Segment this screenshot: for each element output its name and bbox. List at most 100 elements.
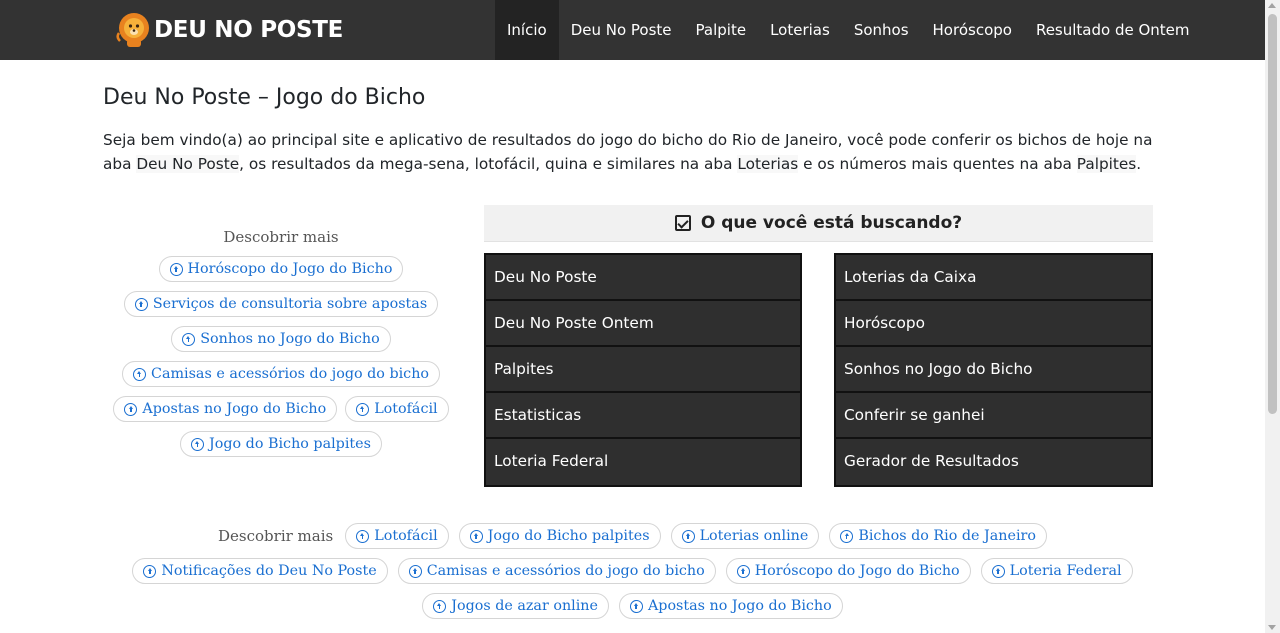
tag-link[interactable]: Apostas no Jogo do Bicho	[618, 593, 843, 619]
tag-link[interactable]: Lotofácil	[345, 523, 449, 549]
tag-label: Apostas no Jogo do Bicho	[142, 401, 327, 417]
intro-paragraph: Seja bem vindo(a) ao principal site e ap…	[103, 128, 1163, 176]
tag-label: Jogos de azar online	[451, 598, 598, 614]
logo-text: DEU NO POSTE	[154, 17, 344, 43]
tag-label: Camisas e acessórios do jogo do bicho	[426, 563, 705, 579]
tag-label: Loterias online	[699, 528, 809, 544]
tag-label: Apostas no Jogo do Bicho	[647, 598, 832, 614]
discover-more-title: Descobrir mais	[218, 527, 334, 545]
tag-label: Loteria Federal	[1009, 563, 1122, 579]
tag-row: Jogos de azar online Apostas no Jogo do …	[120, 593, 1145, 619]
tag-link[interactable]: Serviços de consultoria sobre apostas	[123, 291, 439, 317]
nav-item-horoscopo[interactable]: Horóscopo	[921, 0, 1024, 60]
tag-link[interactable]: Horóscopo do Jogo do Bicho	[158, 256, 404, 282]
circle-arrow-up-icon	[169, 262, 183, 276]
tag-link[interactable]: Jogo do Bicho palpites	[180, 431, 382, 457]
lion-mascot-icon	[116, 13, 149, 47]
circle-arrow-up-icon	[356, 529, 370, 543]
scroll-up-arrow-icon[interactable]	[1268, 3, 1276, 8]
circle-arrow-up-icon	[356, 402, 370, 416]
circle-arrow-up-icon	[408, 564, 422, 578]
nav-item-palpite[interactable]: Palpite	[684, 0, 759, 60]
tag-row: Sonhos no Jogo do Bicho	[122, 326, 440, 352]
circle-arrow-up-icon	[182, 332, 196, 346]
tag-link[interactable]: Camisas e acessórios do jogo do bicho	[397, 558, 716, 584]
intro-text-3: e os números mais quentes na aba	[798, 155, 1077, 173]
menu-item-estatisticas[interactable]: Estatisticas	[486, 393, 800, 439]
search-panel-header: O que você está buscando?	[484, 205, 1153, 242]
discover-more-bottom: Descobrir mais Lotofácil Jogo do Bicho p…	[120, 523, 1145, 628]
tag-label: Camisas e acessórios do jogo do bicho	[151, 366, 430, 382]
tag-link[interactable]: Jogo do Bicho palpites	[458, 523, 661, 549]
page-title: Deu No Poste – Jogo do Bicho	[103, 85, 426, 110]
tag-link[interactable]: Bichos do Rio de Janeiro	[829, 523, 1047, 549]
site-logo[interactable]: DEU NO POSTE	[114, 11, 343, 49]
circle-arrow-up-icon	[191, 437, 205, 451]
menu-item-palpites[interactable]: Palpites	[486, 347, 800, 393]
nav-item-deu-no-poste[interactable]: Deu No Poste	[559, 0, 684, 60]
menu-item-horoscopo[interactable]: Horóscopo	[836, 301, 1151, 347]
menu-item-deu-no-poste-ontem[interactable]: Deu No Poste Ontem	[486, 301, 800, 347]
tag-link[interactable]: Sonhos no Jogo do Bicho	[171, 326, 391, 352]
menu-item-loteria-federal[interactable]: Loteria Federal	[486, 439, 800, 485]
tag-link[interactable]: Apostas no Jogo do Bicho	[113, 396, 338, 422]
tag-label: Horóscopo do Jogo do Bicho	[187, 261, 393, 277]
circle-arrow-up-icon	[840, 529, 854, 543]
tag-link[interactable]: Lotofácil	[345, 396, 449, 422]
scroll-down-arrow-icon[interactable]	[1268, 625, 1276, 630]
tag-label: Jogo do Bicho palpites	[209, 436, 371, 452]
circle-arrow-up-icon	[681, 529, 695, 543]
tag-row: Jogo do Bicho palpites	[122, 431, 440, 457]
search-menu-right: Loterias da Caixa Horóscopo Sonhos no Jo…	[834, 253, 1153, 487]
circle-arrow-up-icon	[124, 402, 138, 416]
discover-more-title: Descobrir mais	[223, 228, 339, 246]
tag-row: Horóscopo do Jogo do Bicho	[122, 256, 440, 282]
tag-row: Apostas no Jogo do Bicho Lotofácil	[113, 396, 449, 422]
circle-arrow-up-icon	[469, 529, 483, 543]
intro-link-deu-no-poste[interactable]: Deu No Poste	[136, 155, 240, 173]
menu-item-loterias-da-caixa[interactable]: Loterias da Caixa	[836, 255, 1151, 301]
circle-arrow-up-icon	[736, 564, 750, 578]
tag-link[interactable]: Jogos de azar online	[422, 593, 609, 619]
tag-label: Serviços de consultoria sobre apostas	[152, 296, 428, 312]
main-nav: Início Deu No Poste Palpite Loterias Son…	[495, 0, 1202, 60]
menu-item-deu-no-poste[interactable]: Deu No Poste	[486, 255, 800, 301]
menu-item-gerador[interactable]: Gerador de Resultados	[836, 439, 1151, 485]
search-panel-title: O que você está buscando?	[700, 213, 963, 233]
top-navbar: DEU NO POSTE Início Deu No Poste Palpite…	[0, 0, 1265, 60]
page-scrollbar[interactable]	[1265, 0, 1280, 633]
tag-link[interactable]: Camisas e acessórios do jogo do bicho	[122, 361, 441, 387]
tag-link[interactable]: Loterias online	[670, 523, 820, 549]
tag-label: Sonhos no Jogo do Bicho	[200, 331, 380, 347]
tag-label: Lotofácil	[374, 528, 438, 544]
circle-arrow-up-icon	[991, 564, 1005, 578]
discover-more-left: Descobrir mais Horóscopo do Jogo do Bich…	[113, 228, 449, 466]
circle-arrow-up-icon	[433, 599, 447, 613]
checkbox-checked-icon	[674, 215, 691, 231]
intro-link-loterias[interactable]: Loterias	[737, 155, 799, 173]
menu-item-sonhos[interactable]: Sonhos no Jogo do Bicho	[836, 347, 1151, 393]
circle-arrow-up-icon	[133, 367, 146, 381]
nav-item-loterias[interactable]: Loterias	[758, 0, 842, 60]
circle-arrow-up-icon	[143, 564, 157, 578]
tag-label: Lotofácil	[374, 401, 438, 417]
intro-link-palpites[interactable]: Palpites	[1076, 155, 1137, 173]
tag-link[interactable]: Horóscopo do Jogo do Bicho	[725, 558, 971, 584]
nav-item-resultado-de-ontem[interactable]: Resultado de Ontem	[1024, 0, 1202, 60]
menu-item-conferir[interactable]: Conferir se ganhei	[836, 393, 1151, 439]
intro-text-4: .	[1136, 155, 1142, 173]
nav-item-inicio[interactable]: Início	[495, 0, 559, 60]
tag-row: Camisas e acessórios do jogo do bicho	[122, 361, 441, 387]
tag-label: Horóscopo do Jogo do Bicho	[754, 563, 960, 579]
tag-link[interactable]: Notificações do Deu No Poste	[132, 558, 388, 584]
tag-row: Notificações do Deu No Poste Camisas e a…	[120, 558, 1145, 584]
tag-label: Bichos do Rio de Janeiro	[858, 528, 1036, 544]
scrollbar-thumb[interactable]	[1268, 14, 1277, 414]
tag-row: Serviços de consultoria sobre apostas	[122, 291, 440, 317]
tag-link[interactable]: Loteria Federal	[980, 558, 1133, 584]
nav-item-sonhos[interactable]: Sonhos	[842, 0, 921, 60]
circle-arrow-up-icon	[134, 297, 148, 311]
tag-label: Jogo do Bicho palpites	[487, 528, 650, 544]
tag-row: Descobrir mais Lotofácil Jogo do Bicho p…	[120, 523, 1145, 549]
intro-text-2: , os resultados da mega-sena, lotofácil,…	[239, 155, 738, 173]
